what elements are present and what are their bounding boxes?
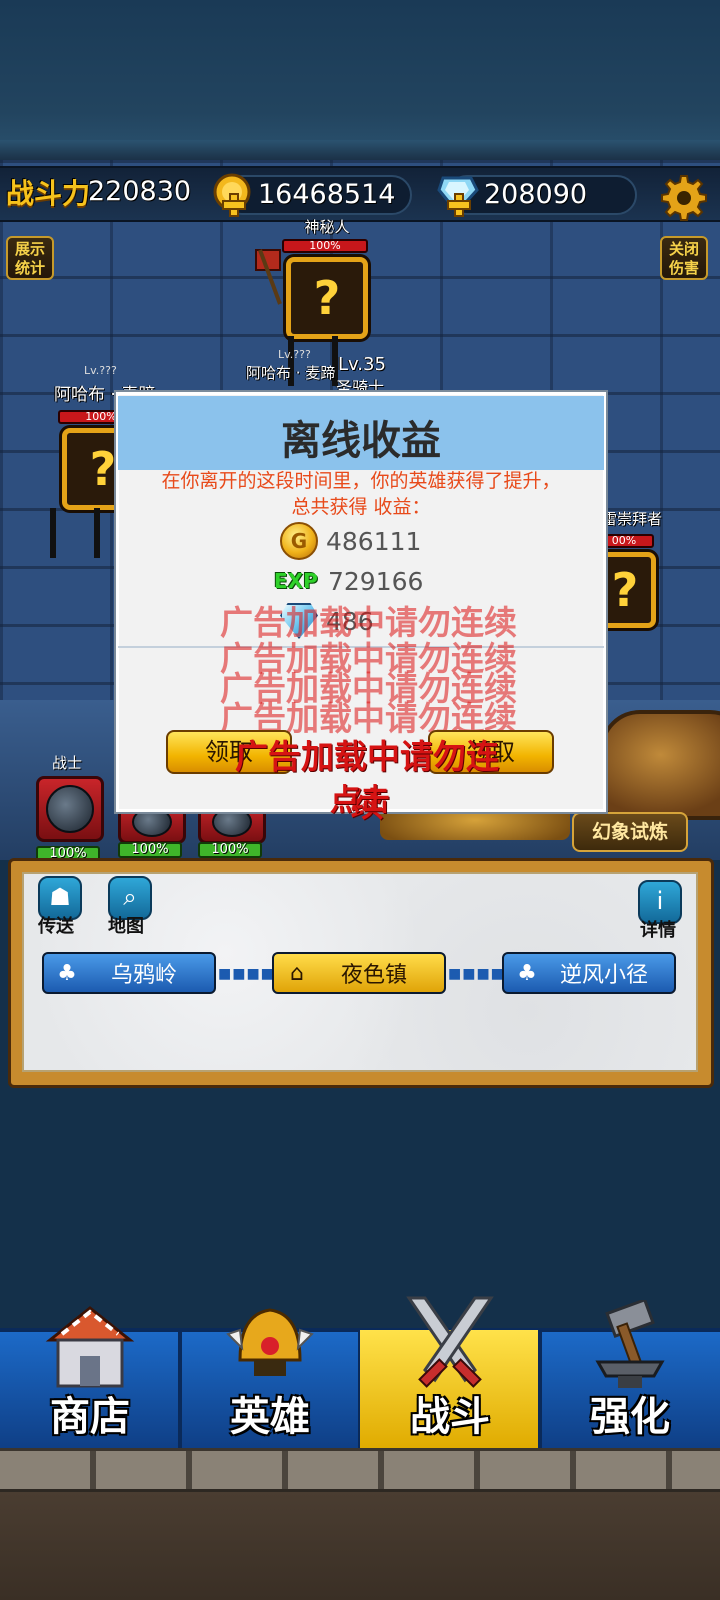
top-background <box>0 0 720 160</box>
illusion-trial-button[interactable]: 幻象试炼 <box>572 812 688 852</box>
enemy-legs <box>50 508 100 558</box>
tab-battle[interactable]: 战斗 <box>360 1296 540 1448</box>
gold-add-icon[interactable] <box>212 172 254 218</box>
show-stats-button[interactable]: 展示 统计 <box>6 236 54 280</box>
enemy-name: 雷崇拜者 <box>602 510 663 528</box>
path-dots: ■■■■ <box>218 966 275 982</box>
map-label: 地图 <box>108 916 144 937</box>
location-label: 逆风小径 <box>559 963 648 988</box>
hero-slot-1[interactable] <box>36 776 104 842</box>
reward-gold-row: G 486111 <box>280 521 421 561</box>
enemy-level: Lv.??? <box>278 348 311 361</box>
enemy-mystery-top[interactable]: 神秘人 100% ? <box>282 216 372 339</box>
barrel <box>600 710 720 820</box>
tree-icon: ♣ <box>517 960 537 986</box>
ad-click-text: 点击 <box>330 783 390 818</box>
tab-heroes-label: 英雄 <box>230 1394 310 1440</box>
teleport-icon: ☗ <box>49 883 71 911</box>
tab-upgrade-label: 强化 <box>590 1394 670 1440</box>
enemy-name: 神秘人 <box>304 218 350 236</box>
tab-shop[interactable]: 商店 <box>0 1306 180 1448</box>
reward-gold-value: 486111 <box>326 526 422 556</box>
enemy-name: 阿哈布 · 麦蹄 <box>246 364 336 382</box>
magnifier-icon: ⌕ <box>123 883 137 911</box>
description-line-2: 总共获得 收益： <box>291 496 431 518</box>
details-label: 详情 <box>640 920 676 941</box>
enemy-level: Lv.??? <box>84 364 117 377</box>
location-yesezhen[interactable]: ⌂ 夜色镇 <box>272 952 446 994</box>
description-line-1: 在你离开的这段时间里，你的英雄获得了提升， <box>161 470 561 492</box>
gold-value: 16468514 <box>258 179 396 210</box>
show-stats-label: 展示 统计 <box>14 240 45 277</box>
path-dots: ■■■■ <box>448 966 505 982</box>
combat-power-label: 战斗力 <box>6 177 91 210</box>
location-wuyaling[interactable]: ♣ 乌鸦岭 <box>42 952 216 994</box>
exp-icon: EXP <box>274 569 318 593</box>
tab-battle-label: 战斗 <box>410 1394 490 1440</box>
shop-icon <box>45 1306 135 1388</box>
stone-border <box>0 1448 720 1492</box>
question-mark-icon: ? <box>286 257 368 339</box>
gem-add-icon[interactable] <box>437 172 479 218</box>
close-damage-button[interactable]: 关闭 伤害 <box>660 236 708 280</box>
gold-coin-icon: G <box>280 522 318 560</box>
house-icon: ⌂ <box>290 960 304 986</box>
location-nifengxiaojing[interactable]: ♣ 逆风小径 <box>502 952 676 994</box>
tree-icon: ♣ <box>57 960 77 986</box>
settings-gear-icon[interactable] <box>660 174 708 222</box>
tab-heroes[interactable]: 英雄 <box>180 1308 360 1448</box>
dialog-description: 在你离开的这段时间里，你的英雄获得了提升， 总共获得 收益： <box>128 468 594 520</box>
tab-shop-label: 商店 <box>50 1394 130 1440</box>
hero-hp-bar: 100% <box>118 842 182 858</box>
banner-staff-icon <box>255 249 282 305</box>
close-damage-label: 关闭 伤害 <box>668 240 699 277</box>
reward-exp-value: 729166 <box>328 566 424 596</box>
enemy-hp-bar: 100% <box>282 239 368 253</box>
enemy-level-value: Lv.35 <box>338 354 386 375</box>
bottom-ground <box>0 1492 720 1600</box>
location-label: 夜色镇 <box>340 963 407 988</box>
teleport-label: 传送 <box>38 916 74 937</box>
hammer-anvil-icon <box>595 1300 665 1388</box>
location-label: 乌鸦岭 <box>110 963 177 988</box>
info-icon: i <box>656 887 664 915</box>
helmet-icon <box>226 1308 314 1376</box>
hero-class-label: 战士 <box>52 754 83 772</box>
tab-upgrade[interactable]: 强化 <box>540 1300 720 1448</box>
combat-power-value: 220830 <box>88 176 192 207</box>
gem-value: 208090 <box>484 179 588 210</box>
hero-hp-bar: 100% <box>198 842 262 858</box>
dialog-title: 离线收益 <box>281 418 441 464</box>
reward-exp-row: EXP 729166 <box>274 561 423 601</box>
hero-portrait <box>46 785 94 833</box>
